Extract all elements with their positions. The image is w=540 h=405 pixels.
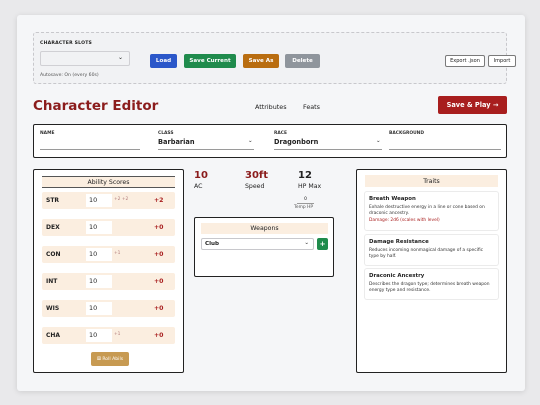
chevron-down-icon: ⌄ bbox=[376, 138, 381, 144]
trait-name: Breath Weapon bbox=[369, 196, 416, 202]
ability-scores-title: Ability Scores bbox=[42, 176, 175, 188]
ability-modifier: +2 bbox=[154, 197, 164, 204]
ability-score-input[interactable]: 10 bbox=[86, 329, 112, 342]
chevron-down-icon: ⌄ bbox=[117, 54, 123, 61]
ability-bonus: +2 +2 bbox=[114, 197, 129, 202]
nav-feats[interactable]: Feats bbox=[303, 103, 320, 111]
ability-row-int: INT 10 +0 bbox=[42, 273, 175, 290]
ability-bonus: +1 bbox=[114, 332, 121, 337]
ability-score-input[interactable]: 10 bbox=[86, 221, 112, 234]
delete-button[interactable]: Delete bbox=[285, 54, 320, 68]
weapons-panel: Weapons Club ⌄ + bbox=[194, 217, 334, 277]
ability-score-input[interactable]: 10 bbox=[86, 302, 112, 315]
ability-name: CON bbox=[46, 251, 61, 258]
save-current-button[interactable]: Save Current bbox=[184, 54, 236, 68]
chevron-down-icon: ⌄ bbox=[304, 240, 309, 246]
trait-damage: Damage: 2d6 (scales with level) bbox=[369, 218, 440, 224]
ability-modifier: +0 bbox=[154, 305, 164, 312]
traits-panel: Traits Breath Weapon Exhale destructive … bbox=[356, 169, 507, 373]
character-info-bar: NAME CLASS Barbarian ⌄ RACE Dragonborn ⌄… bbox=[33, 124, 507, 158]
autosave-status: Autosave: On (every 60s) bbox=[40, 73, 99, 78]
ability-row-cha: CHA 10 +1 +0 bbox=[42, 327, 175, 344]
page-title: Character Editor bbox=[33, 98, 159, 114]
save-play-button[interactable]: Save & Play → bbox=[438, 96, 507, 114]
background-underline bbox=[389, 149, 501, 150]
trait-card: Draconic Ancestry Describes the dragon t… bbox=[365, 269, 498, 299]
temp-hp-label: Temp HP bbox=[294, 205, 314, 210]
ability-row-dex: DEX 10 +0 bbox=[42, 219, 175, 236]
trait-description: Exhale destructive energy in a line or c… bbox=[369, 205, 485, 216]
roll-abilities-button[interactable]: ⚅ Roll Abils bbox=[91, 352, 129, 366]
speed-value: 30ft bbox=[245, 170, 269, 181]
roll-abilities-label: Roll Abils bbox=[102, 356, 124, 362]
race-label: RACE bbox=[274, 131, 288, 136]
ability-row-wis: WIS 10 +0 bbox=[42, 300, 175, 317]
ability-modifier: +0 bbox=[154, 332, 164, 339]
ac-label: AC bbox=[194, 183, 203, 190]
race-select[interactable]: Dragonborn bbox=[274, 138, 318, 146]
character-slots-panel: CHARACTER SLOTS ⌄ Load Save Current Save… bbox=[33, 32, 516, 84]
name-label: NAME bbox=[40, 131, 55, 136]
ability-modifier: +0 bbox=[154, 251, 164, 258]
race-underline bbox=[274, 149, 382, 150]
slot-select[interactable]: ⌄ bbox=[40, 51, 130, 66]
ability-name: WIS bbox=[46, 305, 60, 312]
hp-max-value: 12 bbox=[298, 170, 312, 181]
class-underline bbox=[158, 149, 254, 150]
ability-bonus: +1 bbox=[114, 251, 121, 256]
trait-name: Damage Resistance bbox=[369, 239, 429, 245]
trait-card: Breath Weapon Exhale destructive energy … bbox=[365, 192, 498, 230]
ability-modifier: +0 bbox=[154, 224, 164, 231]
hp-max-label: HP Max bbox=[298, 183, 322, 190]
ac-value: 10 bbox=[194, 170, 208, 181]
speed-label: Speed bbox=[245, 183, 265, 190]
ability-name: DEX bbox=[46, 224, 60, 231]
weapons-title: Weapons bbox=[201, 223, 328, 234]
ability-name: STR bbox=[46, 197, 60, 204]
slots-title: CHARACTER SLOTS bbox=[40, 41, 93, 46]
ability-score-input[interactable]: 10 bbox=[86, 194, 112, 207]
background-label: BACKGROUND bbox=[389, 131, 424, 136]
class-select[interactable]: Barbarian bbox=[158, 138, 195, 146]
trait-card: Damage Resistance Reduces incoming nonma… bbox=[365, 235, 498, 265]
ability-scores-panel: Ability Scores STR 10 +2 +2 +2 DEX 10 +0… bbox=[33, 169, 184, 373]
ability-row-con: CON 10 +1 +0 bbox=[42, 246, 175, 263]
weapon-select-value: Club bbox=[205, 241, 220, 247]
app-window: CHARACTER SLOTS ⌄ Load Save Current Save… bbox=[17, 15, 525, 391]
trait-description: Reduces incoming nonmagical damage of a … bbox=[369, 248, 484, 259]
ability-row-str: STR 10 +2 +2 +2 bbox=[42, 192, 175, 209]
nav-attributes[interactable]: Attributes bbox=[255, 103, 287, 111]
trait-name: Draconic Ancestry bbox=[369, 273, 425, 279]
ability-name: INT bbox=[46, 278, 58, 285]
export-json-button[interactable]: Export .json bbox=[445, 55, 485, 67]
temp-hp-input[interactable]: 0 bbox=[297, 197, 314, 204]
import-button[interactable]: Import bbox=[488, 55, 516, 67]
add-weapon-button[interactable]: + bbox=[317, 238, 328, 250]
ability-modifier: +0 bbox=[154, 278, 164, 285]
name-underline bbox=[40, 149, 140, 150]
trait-description: Describes the dragon type; determines br… bbox=[369, 282, 490, 293]
ability-score-input[interactable]: 10 bbox=[86, 248, 112, 261]
weapon-select[interactable]: Club ⌄ bbox=[201, 238, 314, 250]
chevron-down-icon: ⌄ bbox=[248, 138, 253, 144]
traits-title: Traits bbox=[365, 175, 498, 187]
load-button[interactable]: Load bbox=[150, 54, 177, 68]
ability-name: CHA bbox=[46, 332, 61, 339]
class-label: CLASS bbox=[158, 131, 174, 136]
ability-score-input[interactable]: 10 bbox=[86, 275, 112, 288]
save-as-button[interactable]: Save As bbox=[243, 54, 279, 68]
